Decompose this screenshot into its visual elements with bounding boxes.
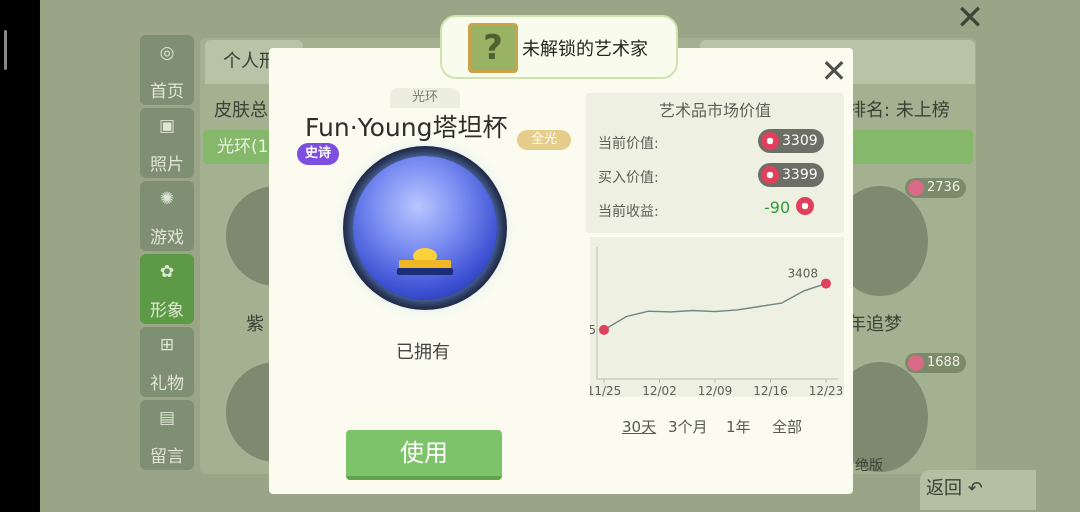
back-button[interactable]: 返回 ↶: [920, 470, 1036, 510]
price-badge: 1688: [905, 353, 967, 373]
lollipop-icon: [761, 166, 779, 184]
period-30d[interactable]: 30天: [622, 416, 656, 437]
atom-icon: ✺: [159, 189, 175, 209]
x-tick-label: 12/16: [753, 384, 788, 397]
photo-icon: ▣: [158, 116, 176, 136]
question-icon: ?: [468, 23, 518, 73]
gain-label: 当前收益:: [598, 204, 659, 220]
quality-badge: 全光: [517, 130, 571, 150]
period-all[interactable]: 全部: [772, 416, 802, 437]
item-label: 紫: [246, 314, 264, 335]
sidebar-item-appearance[interactable]: ✿ 形象: [140, 254, 194, 324]
skin-total-label: 皮肤总: [214, 100, 268, 121]
background-close-icon[interactable]: ✕: [935, 0, 1005, 40]
device-black-bar: [0, 0, 40, 512]
appearance-icon: ✿: [159, 262, 175, 282]
period-1y[interactable]: 1年: [726, 416, 751, 437]
current-value-label: 当前价值:: [598, 136, 659, 152]
price-series-line: [603, 282, 827, 331]
item-label: 绝版: [855, 458, 883, 474]
x-tick-label: 12/09: [698, 384, 733, 397]
market-title: 艺术品市场价值: [658, 101, 771, 120]
item-name: Fun·Young塔坦杯: [305, 113, 508, 142]
rarity-badge: 史诗: [297, 143, 339, 165]
cup-logo-icon: [397, 248, 453, 275]
ranking-label: 排名: 未上榜: [848, 100, 950, 121]
gain-value: -90: [764, 198, 791, 217]
price-badge: 2736: [905, 178, 967, 198]
status-pill: [4, 30, 7, 70]
message-icon: ▤: [158, 408, 176, 428]
start-value-label: 2725: [590, 323, 596, 337]
use-button[interactable]: 使用: [346, 430, 502, 480]
end-value-label: 3408: [787, 267, 818, 281]
home-icon: ◎: [159, 43, 175, 63]
period-3m[interactable]: 3个月: [668, 416, 708, 437]
lollipop-icon: [796, 197, 814, 215]
price-point: [821, 278, 831, 289]
halo-preview-image: [343, 146, 507, 310]
x-tick-label: 11/25: [590, 384, 621, 397]
back-arrow-icon: ↶: [967, 478, 983, 499]
close-icon[interactable]: ✕: [817, 54, 851, 88]
price-chart: 2725 3408 11/25 12/02 12/09 12/16 12/23: [590, 247, 844, 397]
current-value-pill: 3309: [758, 129, 824, 153]
sidebar-item-photos[interactable]: ▣ 照片: [140, 108, 194, 178]
sidebar-item-games[interactable]: ✺ 游戏: [140, 181, 194, 251]
gift-icon: ⊞: [159, 335, 175, 355]
halo-orb: [353, 156, 497, 300]
sidebar-item-gifts[interactable]: ⊞ 礼物: [140, 327, 194, 397]
buy-value-pill: 3399: [758, 163, 824, 187]
price-point: [599, 324, 609, 335]
lollipop-icon: [761, 132, 779, 150]
x-tick-label: 12/02: [642, 384, 677, 397]
sidebar-item-home[interactable]: ◎ 首页: [140, 35, 194, 105]
category-tab: 光环: [390, 88, 460, 108]
locked-artist-tag: ? 未解锁的艺术家: [440, 15, 678, 79]
sidebar-nav: ◎ 首页 ▣ 照片 ✺ 游戏 ✿ 形象 ⊞ 礼物 ▤ 留言: [140, 35, 196, 473]
item-label: 年追梦: [848, 314, 902, 335]
buy-value-label: 买入价值:: [598, 170, 659, 186]
owned-status: 已拥有: [396, 342, 450, 363]
sidebar-item-messages[interactable]: ▤ 留言: [140, 400, 194, 470]
x-tick-label: 12/23: [809, 384, 844, 397]
